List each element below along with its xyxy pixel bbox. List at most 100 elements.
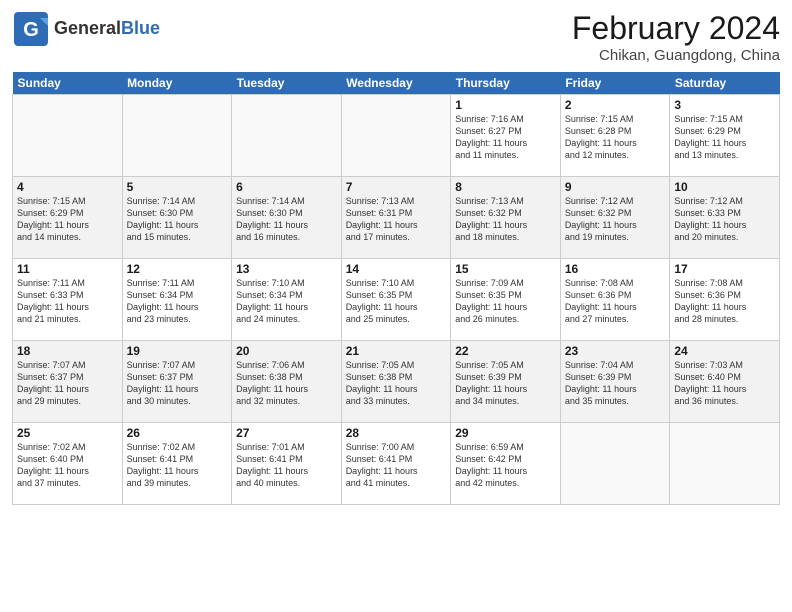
col-saturday: Saturday — [670, 72, 780, 95]
day-number: 8 — [455, 180, 556, 194]
table-row — [232, 95, 342, 177]
day-info: Sunrise: 7:10 AM Sunset: 6:34 PM Dayligh… — [236, 277, 337, 326]
day-number: 22 — [455, 344, 556, 358]
day-number: 27 — [236, 426, 337, 440]
day-info: Sunrise: 7:04 AM Sunset: 6:39 PM Dayligh… — [565, 359, 666, 408]
day-info: Sunrise: 7:14 AM Sunset: 6:30 PM Dayligh… — [127, 195, 228, 244]
col-thursday: Thursday — [451, 72, 561, 95]
logo-blue: Blue — [121, 18, 160, 38]
calendar-week-row: 1Sunrise: 7:16 AM Sunset: 6:27 PM Daylig… — [13, 95, 780, 177]
table-row: 3Sunrise: 7:15 AM Sunset: 6:29 PM Daylig… — [670, 95, 780, 177]
col-monday: Monday — [122, 72, 232, 95]
table-row: 1Sunrise: 7:16 AM Sunset: 6:27 PM Daylig… — [451, 95, 561, 177]
day-number: 9 — [565, 180, 666, 194]
day-info: Sunrise: 7:08 AM Sunset: 6:36 PM Dayligh… — [674, 277, 775, 326]
logo-general: General — [54, 18, 121, 38]
day-number: 15 — [455, 262, 556, 276]
logo: G GeneralBlue — [12, 10, 160, 48]
day-info: Sunrise: 7:11 AM Sunset: 6:34 PM Dayligh… — [127, 277, 228, 326]
table-row: 9Sunrise: 7:12 AM Sunset: 6:32 PM Daylig… — [560, 177, 670, 259]
table-row — [560, 423, 670, 505]
table-row: 24Sunrise: 7:03 AM Sunset: 6:40 PM Dayli… — [670, 341, 780, 423]
day-info: Sunrise: 7:13 AM Sunset: 6:32 PM Dayligh… — [455, 195, 556, 244]
table-row: 19Sunrise: 7:07 AM Sunset: 6:37 PM Dayli… — [122, 341, 232, 423]
table-row: 26Sunrise: 7:02 AM Sunset: 6:41 PM Dayli… — [122, 423, 232, 505]
day-info: Sunrise: 7:14 AM Sunset: 6:30 PM Dayligh… — [236, 195, 337, 244]
table-row: 21Sunrise: 7:05 AM Sunset: 6:38 PM Dayli… — [341, 341, 451, 423]
day-info: Sunrise: 7:15 AM Sunset: 6:29 PM Dayligh… — [674, 113, 775, 162]
table-row: 27Sunrise: 7:01 AM Sunset: 6:41 PM Dayli… — [232, 423, 342, 505]
day-info: Sunrise: 7:11 AM Sunset: 6:33 PM Dayligh… — [17, 277, 118, 326]
table-row: 18Sunrise: 7:07 AM Sunset: 6:37 PM Dayli… — [13, 341, 123, 423]
table-row: 8Sunrise: 7:13 AM Sunset: 6:32 PM Daylig… — [451, 177, 561, 259]
table-row: 12Sunrise: 7:11 AM Sunset: 6:34 PM Dayli… — [122, 259, 232, 341]
table-row: 16Sunrise: 7:08 AM Sunset: 6:36 PM Dayli… — [560, 259, 670, 341]
table-row: 22Sunrise: 7:05 AM Sunset: 6:39 PM Dayli… — [451, 341, 561, 423]
table-row — [670, 423, 780, 505]
day-info: Sunrise: 7:02 AM Sunset: 6:41 PM Dayligh… — [127, 441, 228, 490]
day-info: Sunrise: 7:09 AM Sunset: 6:35 PM Dayligh… — [455, 277, 556, 326]
col-sunday: Sunday — [13, 72, 123, 95]
day-number: 23 — [565, 344, 666, 358]
day-info: Sunrise: 7:02 AM Sunset: 6:40 PM Dayligh… — [17, 441, 118, 490]
table-row: 7Sunrise: 7:13 AM Sunset: 6:31 PM Daylig… — [341, 177, 451, 259]
day-number: 20 — [236, 344, 337, 358]
day-number: 25 — [17, 426, 118, 440]
day-info: Sunrise: 7:05 AM Sunset: 6:39 PM Dayligh… — [455, 359, 556, 408]
day-number: 7 — [346, 180, 447, 194]
title-block: February 2024 Chikan, Guangdong, China — [572, 10, 780, 64]
day-number: 10 — [674, 180, 775, 194]
day-number: 19 — [127, 344, 228, 358]
table-row: 4Sunrise: 7:15 AM Sunset: 6:29 PM Daylig… — [13, 177, 123, 259]
subtitle: Chikan, Guangdong, China — [572, 47, 780, 64]
day-number: 29 — [455, 426, 556, 440]
day-info: Sunrise: 7:00 AM Sunset: 6:41 PM Dayligh… — [346, 441, 447, 490]
day-info: Sunrise: 7:13 AM Sunset: 6:31 PM Dayligh… — [346, 195, 447, 244]
day-number: 6 — [236, 180, 337, 194]
day-number: 13 — [236, 262, 337, 276]
day-info: Sunrise: 7:15 AM Sunset: 6:29 PM Dayligh… — [17, 195, 118, 244]
logo-icon: G — [12, 10, 50, 48]
day-number: 1 — [455, 98, 556, 112]
day-info: Sunrise: 7:08 AM Sunset: 6:36 PM Dayligh… — [565, 277, 666, 326]
table-row: 29Sunrise: 6:59 AM Sunset: 6:42 PM Dayli… — [451, 423, 561, 505]
table-row: 5Sunrise: 7:14 AM Sunset: 6:30 PM Daylig… — [122, 177, 232, 259]
col-friday: Friday — [560, 72, 670, 95]
day-info: Sunrise: 7:10 AM Sunset: 6:35 PM Dayligh… — [346, 277, 447, 326]
day-info: Sunrise: 7:05 AM Sunset: 6:38 PM Dayligh… — [346, 359, 447, 408]
calendar-week-row: 25Sunrise: 7:02 AM Sunset: 6:40 PM Dayli… — [13, 423, 780, 505]
day-info: Sunrise: 7:01 AM Sunset: 6:41 PM Dayligh… — [236, 441, 337, 490]
day-number: 12 — [127, 262, 228, 276]
table-row — [122, 95, 232, 177]
table-row: 28Sunrise: 7:00 AM Sunset: 6:41 PM Dayli… — [341, 423, 451, 505]
day-number: 5 — [127, 180, 228, 194]
header: G GeneralBlue February 2024 Chikan, Guan… — [12, 10, 780, 64]
day-number: 4 — [17, 180, 118, 194]
day-info: Sunrise: 7:16 AM Sunset: 6:27 PM Dayligh… — [455, 113, 556, 162]
table-row: 15Sunrise: 7:09 AM Sunset: 6:35 PM Dayli… — [451, 259, 561, 341]
calendar-week-row: 4Sunrise: 7:15 AM Sunset: 6:29 PM Daylig… — [13, 177, 780, 259]
table-row — [13, 95, 123, 177]
day-number: 28 — [346, 426, 447, 440]
table-row: 25Sunrise: 7:02 AM Sunset: 6:40 PM Dayli… — [13, 423, 123, 505]
day-number: 21 — [346, 344, 447, 358]
table-row: 6Sunrise: 7:14 AM Sunset: 6:30 PM Daylig… — [232, 177, 342, 259]
table-row: 11Sunrise: 7:11 AM Sunset: 6:33 PM Dayli… — [13, 259, 123, 341]
day-number: 2 — [565, 98, 666, 112]
day-info: Sunrise: 7:12 AM Sunset: 6:32 PM Dayligh… — [565, 195, 666, 244]
calendar-table: Sunday Monday Tuesday Wednesday Thursday… — [12, 72, 780, 505]
table-row: 10Sunrise: 7:12 AM Sunset: 6:33 PM Dayli… — [670, 177, 780, 259]
day-number: 3 — [674, 98, 775, 112]
day-info: Sunrise: 7:03 AM Sunset: 6:40 PM Dayligh… — [674, 359, 775, 408]
col-wednesday: Wednesday — [341, 72, 451, 95]
table-row: 20Sunrise: 7:06 AM Sunset: 6:38 PM Dayli… — [232, 341, 342, 423]
calendar-week-row: 11Sunrise: 7:11 AM Sunset: 6:33 PM Dayli… — [13, 259, 780, 341]
page-container: G GeneralBlue February 2024 Chikan, Guan… — [0, 0, 792, 511]
col-tuesday: Tuesday — [232, 72, 342, 95]
day-number: 17 — [674, 262, 775, 276]
day-info: Sunrise: 7:07 AM Sunset: 6:37 PM Dayligh… — [127, 359, 228, 408]
day-info: Sunrise: 7:07 AM Sunset: 6:37 PM Dayligh… — [17, 359, 118, 408]
table-row: 17Sunrise: 7:08 AM Sunset: 6:36 PM Dayli… — [670, 259, 780, 341]
day-number: 14 — [346, 262, 447, 276]
calendar-week-row: 18Sunrise: 7:07 AM Sunset: 6:37 PM Dayli… — [13, 341, 780, 423]
